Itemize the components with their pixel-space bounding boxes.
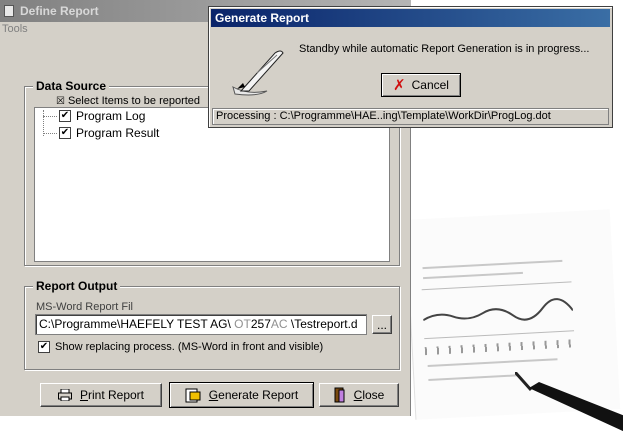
doc-text-line: [422, 259, 563, 270]
cancel-label: Cancel: [411, 78, 449, 92]
cancel-x-icon: ✗: [393, 77, 406, 94]
close-label: lose: [362, 388, 385, 402]
report-file-path-input[interactable]: C:\Programme\HAEFELY TEST AG\ OT257AC \T…: [35, 314, 367, 335]
print-accel: P: [79, 388, 88, 402]
print-label: rint Report: [87, 388, 145, 402]
doc-ticks: [424, 339, 575, 356]
pen-icon: [515, 372, 623, 432]
path-part: C:\Programme\HAEFELY TEST AG\: [39, 317, 231, 331]
select-items-checkmark-icon: ☒: [56, 95, 65, 107]
program-result-checkbox[interactable]: ✔: [59, 127, 71, 139]
define-report-title: Define Report: [20, 4, 99, 18]
doc-text-line: [428, 374, 519, 381]
doc-chart-curve: [422, 298, 574, 322]
show-replacing-checkbox[interactable]: ✔: [38, 341, 50, 353]
show-replacing-label: Show replacing process. (MS-Word in fron…: [55, 341, 324, 353]
browse-button[interactable]: ...: [372, 315, 392, 334]
data-source-tree: ✔ Program Log ✔ Program Result: [34, 107, 390, 262]
doc-text-line: [427, 358, 558, 368]
program-log-checkbox[interactable]: ✔: [59, 110, 71, 122]
close-button[interactable]: Close: [319, 383, 399, 407]
data-source-title: Data Source: [33, 79, 110, 93]
doc-chart: [421, 281, 575, 340]
printer-icon: [57, 389, 72, 401]
generate-report-button[interactable]: Generate Report: [169, 382, 314, 408]
show-replacing-row[interactable]: ✔ Show replacing process. (MS-Word in fr…: [38, 341, 323, 353]
quill-icon: [232, 50, 284, 96]
close-accel: C: [353, 388, 363, 402]
generate-accel: G: [208, 388, 219, 402]
generate-report-dialog: Generate Report Standby while automatic …: [208, 6, 613, 128]
generate-label: enerate Report: [218, 388, 299, 402]
tree-item-label: Program Log: [76, 109, 146, 123]
processing-status: Processing : C:\Programme\HAE..ing\Templ…: [212, 108, 609, 125]
generate-report-titlebar[interactable]: Generate Report: [211, 9, 610, 27]
tree-item-label: Program Result: [76, 126, 160, 140]
window-icon: [4, 5, 14, 17]
report-output-title: Report Output: [33, 279, 121, 293]
menu-tools[interactable]: Tools: [2, 23, 28, 39]
cancel-button[interactable]: ✗ Cancel: [381, 73, 461, 97]
doc-text-line: [423, 271, 523, 280]
select-items-label: Select Items to be reported: [67, 95, 201, 107]
generate-message: Standby while automatic Report Generatio…: [299, 43, 590, 55]
print-report-button[interactable]: Print Report: [40, 383, 162, 407]
close-door-icon: [334, 387, 345, 403]
path-part: \Testreport.d: [287, 317, 358, 331]
select-items-row[interactable]: ☒ Select Items to be reported: [56, 95, 200, 107]
file-label: MS-Word Report Fil: [36, 301, 133, 313]
tree-connector: [43, 133, 57, 134]
tree-connector: [43, 116, 57, 117]
tree-item-program-result[interactable]: ✔ Program Result: [59, 126, 159, 140]
path-part: AC: [270, 317, 288, 331]
path-part: OT: [230, 317, 251, 331]
generate-report-title: Generate Report: [215, 11, 310, 25]
generate-icon: [185, 388, 201, 402]
path-part: 257: [250, 317, 271, 331]
tree-item-program-log[interactable]: ✔ Program Log: [59, 109, 145, 123]
